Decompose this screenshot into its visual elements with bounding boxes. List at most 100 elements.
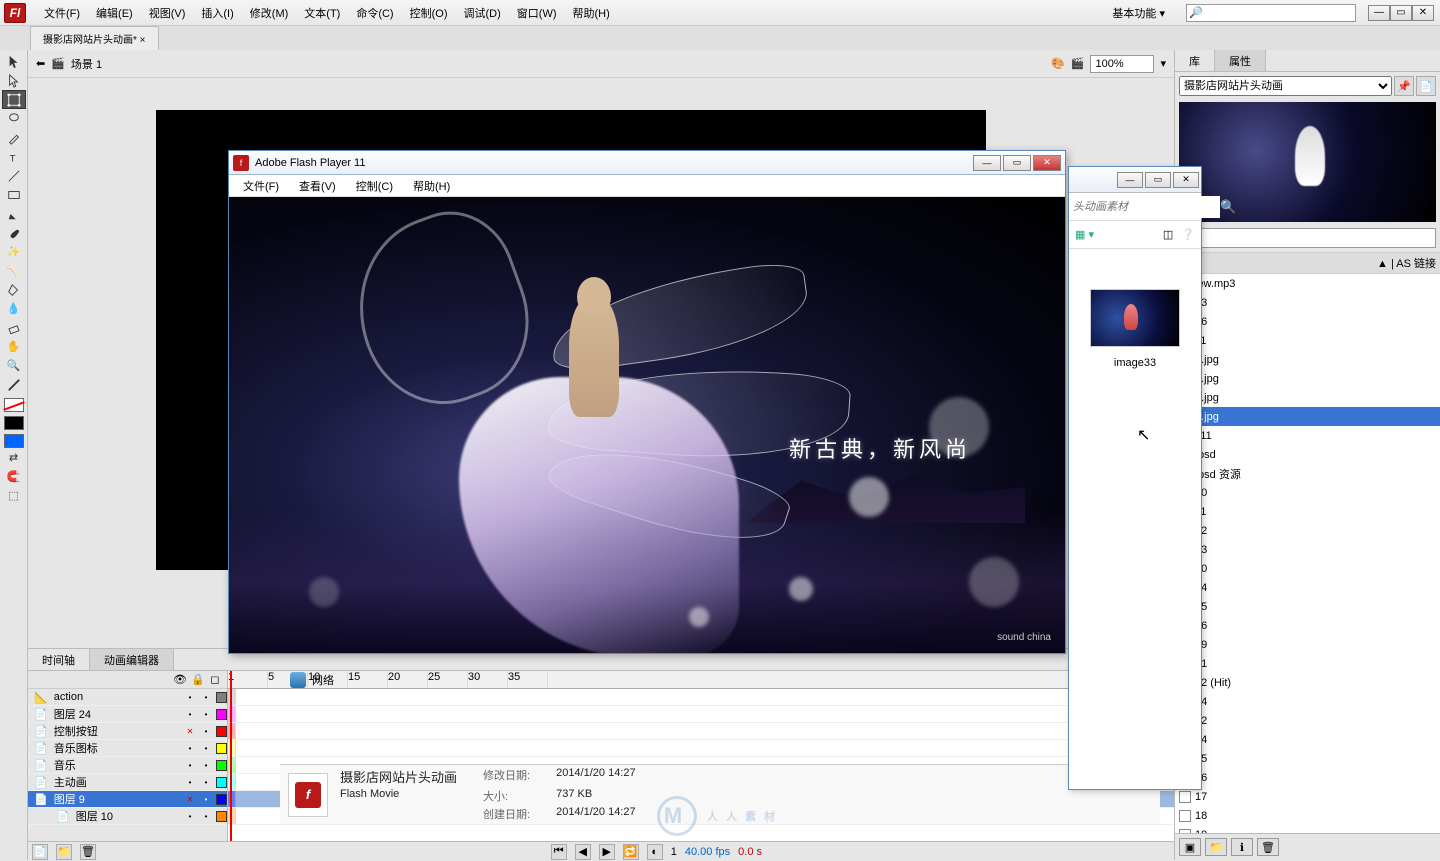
library-item[interactable]: iew.mp3 — [1175, 274, 1440, 293]
library-item[interactable]: 16 — [1175, 768, 1440, 787]
library-item[interactable]: 13 — [1175, 540, 1440, 559]
step-back-button[interactable]: ◀ — [575, 844, 591, 860]
organize-button[interactable]: ▦ ▾ — [1075, 228, 1094, 241]
library-item[interactable]: 15 — [1175, 749, 1440, 768]
delete-button[interactable]: 🗑 — [1257, 838, 1279, 856]
fill-color-swatch-2[interactable] — [4, 434, 24, 448]
outline-icon[interactable]: ◻ — [209, 673, 221, 686]
window-minimize-button[interactable]: — — [1368, 5, 1390, 21]
tab-motion-editor[interactable]: 动画编辑器 — [90, 649, 174, 670]
player-minimize-button[interactable]: — — [973, 155, 1001, 171]
new-library-button[interactable]: 📄 — [1416, 76, 1436, 96]
menu-item[interactable]: 文件(F) — [36, 1, 88, 25]
timeline-layer[interactable]: 📄图层 24•• — [28, 706, 227, 723]
player-menu-file[interactable]: 文件(F) — [233, 176, 289, 196]
properties-button[interactable]: ℹ — [1231, 838, 1253, 856]
search-icon[interactable]: 🔍 — [1220, 199, 1236, 215]
delete-layer-button[interactable]: 🗑 — [80, 844, 96, 860]
library-item[interactable]: 11 — [1175, 331, 1440, 350]
library-item[interactable]: 74 — [1175, 692, 1440, 711]
menu-item[interactable]: 视图(V) — [141, 1, 194, 25]
eraser-tool[interactable] — [2, 318, 26, 337]
back-icon[interactable]: ⬅ — [36, 57, 45, 70]
window-restore-button[interactable]: ▭ — [1390, 5, 1412, 21]
explorer-minimize-button[interactable]: — — [1117, 172, 1143, 188]
library-item[interactable]: 3.jpg — [1175, 388, 1440, 407]
tab-library[interactable]: 库 — [1175, 50, 1215, 71]
network-location[interactable]: 网络 — [290, 672, 334, 688]
player-menu-view[interactable]: 查看(V) — [289, 176, 346, 196]
timeline-layer[interactable]: 📄主动画•• — [28, 774, 227, 791]
lock-icon[interactable]: 🔒 — [191, 673, 203, 686]
scene-label[interactable]: 场景 1 — [71, 56, 102, 72]
library-item[interactable]: 19 — [1175, 825, 1440, 833]
new-layer-button[interactable]: 📄 — [32, 844, 48, 860]
new-symbol-button[interactable]: ▣ — [1179, 838, 1201, 856]
library-item[interactable]: 66 — [1175, 616, 1440, 635]
library-item[interactable]: 76 — [1175, 312, 1440, 331]
menu-item[interactable]: 帮助(H) — [565, 1, 618, 25]
paint-bucket-tool[interactable] — [2, 280, 26, 299]
onion-skin-button[interactable]: ◐ — [647, 844, 663, 860]
player-close-button[interactable]: ✕ — [1033, 155, 1061, 171]
library-item[interactable]: .psd — [1175, 445, 1440, 464]
timeline-layer[interactable]: 📄音乐•• — [28, 757, 227, 774]
options-tool[interactable]: ⬚ — [2, 486, 26, 505]
tab-properties[interactable]: 属性 — [1215, 50, 1266, 71]
library-item[interactable]: 12 — [1175, 521, 1440, 540]
library-item[interactable]: 40 — [1175, 559, 1440, 578]
lasso-tool[interactable] — [2, 109, 26, 128]
file-thumbnail[interactable] — [1090, 289, 1180, 347]
tab-timeline[interactable]: 时间轴 — [28, 649, 90, 670]
zoom-dropdown-icon[interactable]: ▾ — [1160, 57, 1166, 70]
library-item[interactable]: 69 — [1175, 635, 1440, 654]
document-tab[interactable]: 摄影店网站片头动画* × — [30, 26, 159, 50]
menu-item[interactable]: 命令(C) — [348, 1, 401, 25]
menu-item[interactable]: 控制(O) — [402, 1, 456, 25]
library-item[interactable]: 71 — [1175, 654, 1440, 673]
library-item[interactable]: 2.jpg — [1175, 369, 1440, 388]
pencil-tool[interactable] — [2, 204, 26, 223]
library-item[interactable]: 18 — [1175, 806, 1440, 825]
brush-tool[interactable] — [2, 223, 26, 242]
menu-item[interactable]: 编辑(E) — [88, 1, 141, 25]
library-item[interactable]: 111 — [1175, 426, 1440, 445]
zoom-tool[interactable]: 🔍 — [2, 356, 26, 375]
view-button[interactable]: ◫ — [1163, 228, 1173, 241]
timeline-layer[interactable]: 📄图层 9✕• — [28, 791, 227, 808]
step-fwd-button[interactable]: ▶ — [599, 844, 615, 860]
snap-tool[interactable]: 🧲 — [2, 467, 26, 486]
scene-button-icon[interactable]: 🎬 — [1071, 57, 1085, 70]
visibility-icon[interactable]: 👁 — [173, 673, 185, 686]
explorer-search-input[interactable] — [1069, 196, 1220, 218]
selection-tool[interactable] — [2, 52, 26, 71]
pen-tool[interactable] — [2, 128, 26, 147]
help-search-input[interactable] — [1186, 4, 1356, 22]
new-folder-button[interactable]: 📁 — [1205, 838, 1227, 856]
eyedropper-tool[interactable]: 💧 — [2, 299, 26, 318]
symbol-edit-icon[interactable]: 🎨 — [1051, 57, 1065, 70]
explorer-close-button[interactable]: ✕ — [1173, 172, 1199, 188]
library-doc-select[interactable]: 摄影店网站片头动画 — [1179, 76, 1392, 96]
library-item[interactable]: 1.jpg — [1175, 350, 1440, 369]
bone-tool[interactable]: 🦴 — [2, 261, 26, 280]
player-menu-help[interactable]: 帮助(H) — [403, 176, 460, 196]
deco-tool[interactable]: ✨ — [2, 242, 26, 261]
player-titlebar[interactable]: f Adobe Flash Player 11 — ▭ ✕ — [229, 151, 1065, 175]
fill-color-swatch[interactable] — [4, 416, 24, 430]
subselection-tool[interactable] — [2, 71, 26, 90]
menu-item[interactable]: 插入(I) — [193, 1, 241, 25]
explorer-maximize-button[interactable]: ▭ — [1145, 172, 1171, 188]
help-button[interactable]: ❔ — [1181, 228, 1195, 241]
zoom-input[interactable] — [1090, 55, 1154, 73]
timeline-layer[interactable]: 📄控制按钮✕• — [28, 723, 227, 740]
library-item[interactable]: 73 — [1175, 293, 1440, 312]
rectangle-tool[interactable] — [2, 185, 26, 204]
stroke-tool[interactable] — [2, 375, 26, 394]
library-item[interactable]: 4.jpg — [1175, 407, 1440, 426]
library-list[interactable]: iew.mp37376111.jpg2.jpg3.jpg4.jpg111.psd… — [1175, 274, 1440, 833]
library-item[interactable]: 11 — [1175, 502, 1440, 521]
loop-button[interactable]: 🔁 — [623, 844, 639, 860]
menu-item[interactable]: 调试(D) — [456, 1, 509, 25]
menu-item[interactable]: 修改(M) — [242, 1, 297, 25]
